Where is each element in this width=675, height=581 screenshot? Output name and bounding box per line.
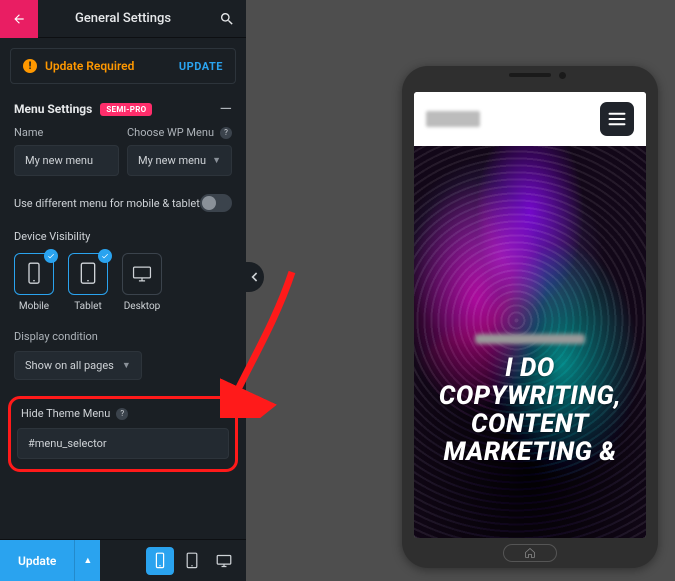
update-dropdown-button[interactable]: ▲: [74, 540, 100, 581]
desktop-icon: [132, 261, 152, 287]
collapse-sidebar-tab[interactable]: [246, 262, 264, 292]
tablet-icon: [78, 261, 98, 287]
check-icon: [44, 249, 58, 263]
check-icon: [98, 249, 112, 263]
diff-menu-toggle[interactable]: [200, 194, 232, 212]
preview-device-switch: [146, 540, 246, 581]
hero-headline: I DO COPYWRITING, CONTENT MARKETING &: [414, 354, 646, 466]
chevron-down-icon: ▼: [212, 155, 221, 166]
choose-menu-label: Choose WP Menu?: [127, 126, 232, 139]
search-icon: [219, 11, 235, 27]
diff-menu-toggle-row: Use different menu for mobile & tablet: [0, 180, 246, 218]
back-button[interactable]: [0, 0, 38, 38]
site-header: [414, 92, 646, 146]
home-icon: [524, 547, 536, 559]
device-visibility-section: Device Visibility Mobile Tablet: [0, 218, 246, 316]
warning-icon: !: [23, 59, 37, 73]
notice-text: Update Required: [45, 59, 134, 73]
notice-action-link[interactable]: UPDATE: [179, 60, 223, 73]
chevron-left-icon: [251, 272, 259, 282]
panel-title: General Settings: [38, 11, 208, 26]
section-title: Menu Settings: [14, 102, 92, 116]
hamburger-icon: [608, 112, 626, 126]
sidebar-topbar: General Settings: [0, 0, 246, 38]
update-button[interactable]: Update: [0, 540, 74, 581]
hide-theme-menu-label: Hide Theme Menu ?: [17, 407, 229, 428]
arrow-left-icon: [12, 12, 26, 26]
display-condition-select[interactable]: Show on all pages ▼: [14, 351, 142, 380]
search-button[interactable]: [208, 0, 246, 38]
hero-subtitle-blur: [475, 334, 585, 344]
settings-sidebar: General Settings ! Update Required UPDAT…: [0, 0, 246, 581]
preview-mobile-button[interactable]: [146, 547, 174, 575]
preview-screen[interactable]: I DO COPYWRITING, CONTENT MARKETING &: [414, 92, 646, 538]
preview-tablet-button[interactable]: [178, 547, 206, 575]
device-mobile[interactable]: Mobile: [14, 253, 54, 312]
collapse-button[interactable]: —: [220, 105, 233, 113]
device-desktop[interactable]: Desktop: [122, 253, 162, 312]
preview-desktop-button[interactable]: [210, 547, 238, 575]
menu-settings-header: Menu Settings SEMI-PRO —: [0, 90, 246, 122]
sidebar-scroll[interactable]: ! Update Required UPDATE Menu Settings S…: [0, 38, 246, 539]
sidebar-footer: Update ▲: [0, 539, 246, 581]
update-notice: ! Update Required UPDATE: [10, 48, 236, 84]
mobile-icon: [24, 261, 44, 287]
name-input[interactable]: My new menu: [14, 145, 119, 176]
site-logo: [426, 111, 480, 127]
chevron-down-icon: ▼: [122, 360, 131, 371]
hamburger-menu-button[interactable]: [600, 102, 634, 136]
phone-home-button[interactable]: [503, 544, 557, 562]
help-icon[interactable]: ?: [116, 408, 128, 420]
notice-message: ! Update Required: [23, 59, 134, 73]
display-condition-label: Display condition: [14, 330, 232, 343]
choose-menu-field: Choose WP Menu? My new menu▼: [127, 126, 232, 176]
name-field: Name My new menu: [14, 126, 119, 176]
name-label: Name: [14, 126, 119, 139]
phone-preview-frame: I DO COPYWRITING, CONTENT MARKETING &: [402, 66, 658, 568]
hide-theme-menu-input[interactable]: [17, 428, 229, 459]
display-condition-section: Display condition Show on all pages ▼: [0, 316, 246, 384]
diff-menu-label: Use different menu for mobile & tablet: [14, 197, 200, 210]
device-tablet[interactable]: Tablet: [68, 253, 108, 312]
plan-badge: SEMI-PRO: [100, 103, 152, 116]
choose-menu-select[interactable]: My new menu▼: [127, 145, 232, 176]
help-icon[interactable]: ?: [220, 127, 232, 139]
hide-theme-menu-highlight: Hide Theme Menu ?: [8, 396, 238, 472]
phone-camera: [559, 72, 566, 79]
phone-speaker: [504, 72, 556, 78]
hero-section: I DO COPYWRITING, CONTENT MARKETING &: [414, 146, 646, 538]
device-visibility-title: Device Visibility: [14, 230, 232, 243]
